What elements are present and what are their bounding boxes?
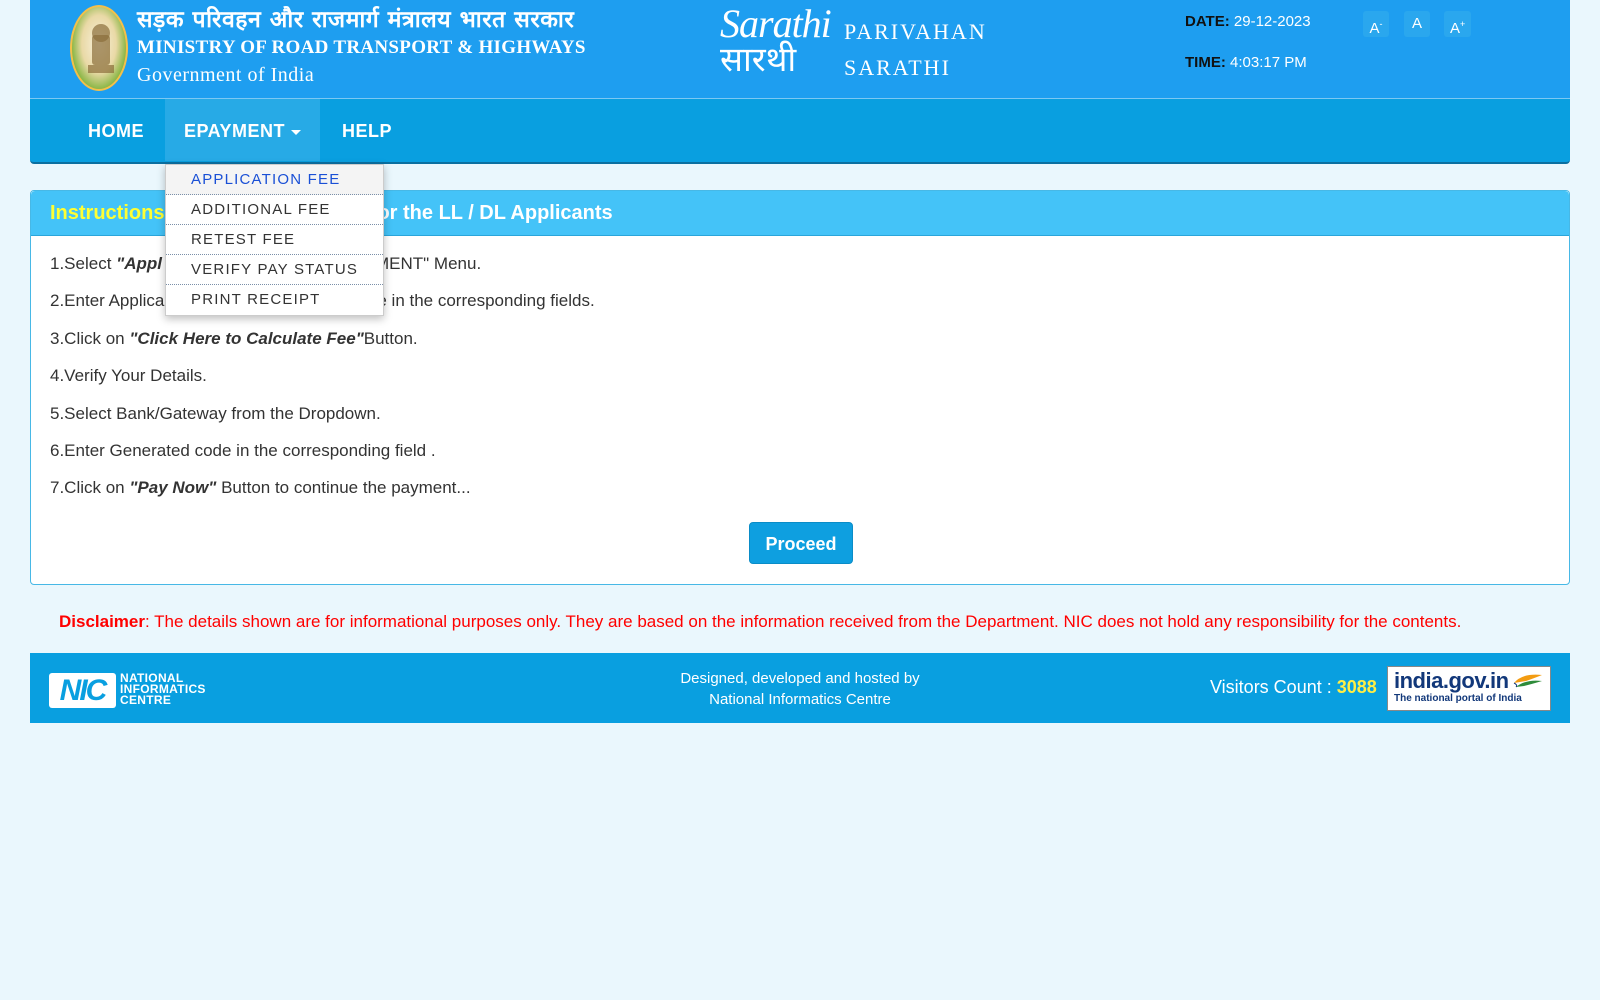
step-7: 7.Click on "Pay Now" Button to continue … [50,478,471,498]
caret-down-icon [291,129,302,135]
panel-title-rest: or the LL / DL Applicants [377,202,613,224]
font-decrease-button[interactable]: A- [1363,11,1389,37]
disclaimer-text: : The details shown are for informationa… [145,612,1462,631]
sarathi-logo-latin: Sarathi [720,1,832,46]
step-3: 3.Click on "Click Here to Calculate Fee"… [50,328,418,348]
step-6: 6.Enter Generated code in the correspond… [50,440,436,460]
portal-name-line1: PARIVAHAN [844,19,987,44]
nav-epayment[interactable]: EPAYMENT [165,99,321,161]
sarathi-logo: Sarathi सारथी [720,4,835,86]
disclaimer: Disclaimer: The details shown are for in… [59,612,1461,632]
menu-item-verify-pay-status[interactable]: VERIFY PAY STATUS [166,255,383,285]
portal-name: PARIVAHAN SARATHI [844,14,987,86]
date-value: 29-12-2023 [1233,13,1311,30]
menu-item-additional-fee[interactable]: ADDITIONAL FEE [166,195,383,225]
font-increase-button[interactable]: A+ [1444,11,1472,37]
nav-home[interactable]: HOME [88,99,144,161]
panel-title-highlight: Instructions [50,202,165,224]
visitors-count: Visitors Count : 3088 [1210,677,1377,698]
proceed-button[interactable]: Proceed [749,522,853,564]
nav-epayment-label: EPAYMENT [184,121,286,141]
step-4: 4.Verify Your Details. [50,366,207,386]
india-flag-icon [1513,674,1542,688]
date-row: DATE: 29-12-2023 [1185,12,1311,32]
nav-help[interactable]: HELP [342,99,392,161]
disclaimer-label: Disclaimer [59,612,145,631]
main-navbar: HOME EPAYMENT HELP [30,99,1570,164]
menu-item-retest-fee[interactable]: RETEST FEE [166,225,383,255]
visitors-number: 3088 [1336,677,1377,697]
time-value: 4:03:17 PM [1230,54,1307,71]
site-header: सड़क परिवहन और राजमार्ग मंत्रालय भारत सर… [30,0,1570,99]
menu-item-application-fee[interactable]: APPLICATION FEE [166,165,383,195]
portal-name-line2: SARATHI [844,55,951,80]
step-5: 5.Select Bank/Gateway from the Dropdown. [50,403,381,423]
time-label: TIME: [1185,54,1226,71]
government-of-india: Government of India [137,64,315,86]
menu-item-print-receipt[interactable]: PRINT RECEIPT [166,285,383,315]
site-footer: NIC NATIONAL INFORMATICS CENTRE Designed… [30,653,1570,723]
font-reset-button[interactable]: A [1404,11,1430,37]
date-time-box: DATE: 29-12-2023 TIME: 4:03:17 PM [1185,12,1311,73]
ministry-hindi: सड़क परिवहन और राजमार्ग मंत्रालय भारत सर… [137,7,575,33]
national-emblem-icon [70,5,128,91]
india-gov-subtitle: The national portal of India [1394,693,1522,704]
sarathi-logo-hindi: सारथी [720,40,797,80]
ministry-title: सड़क परिवहन और राजमार्ग मंत्रालय भारत सर… [137,6,586,89]
time-row: TIME: 4:03:17 PM [1185,53,1311,73]
date-label: DATE: [1185,13,1230,30]
visitors-label: Visitors Count : [1210,677,1337,697]
ministry-english: MINISTRY OF ROAD TRANSPORT & HIGHWAYS [137,37,586,58]
india-gov-logo[interactable]: india.gov.in The national portal of Indi… [1387,666,1551,711]
epayment-dropdown-menu: APPLICATION FEE ADDITIONAL FEE RETEST FE… [165,164,384,316]
